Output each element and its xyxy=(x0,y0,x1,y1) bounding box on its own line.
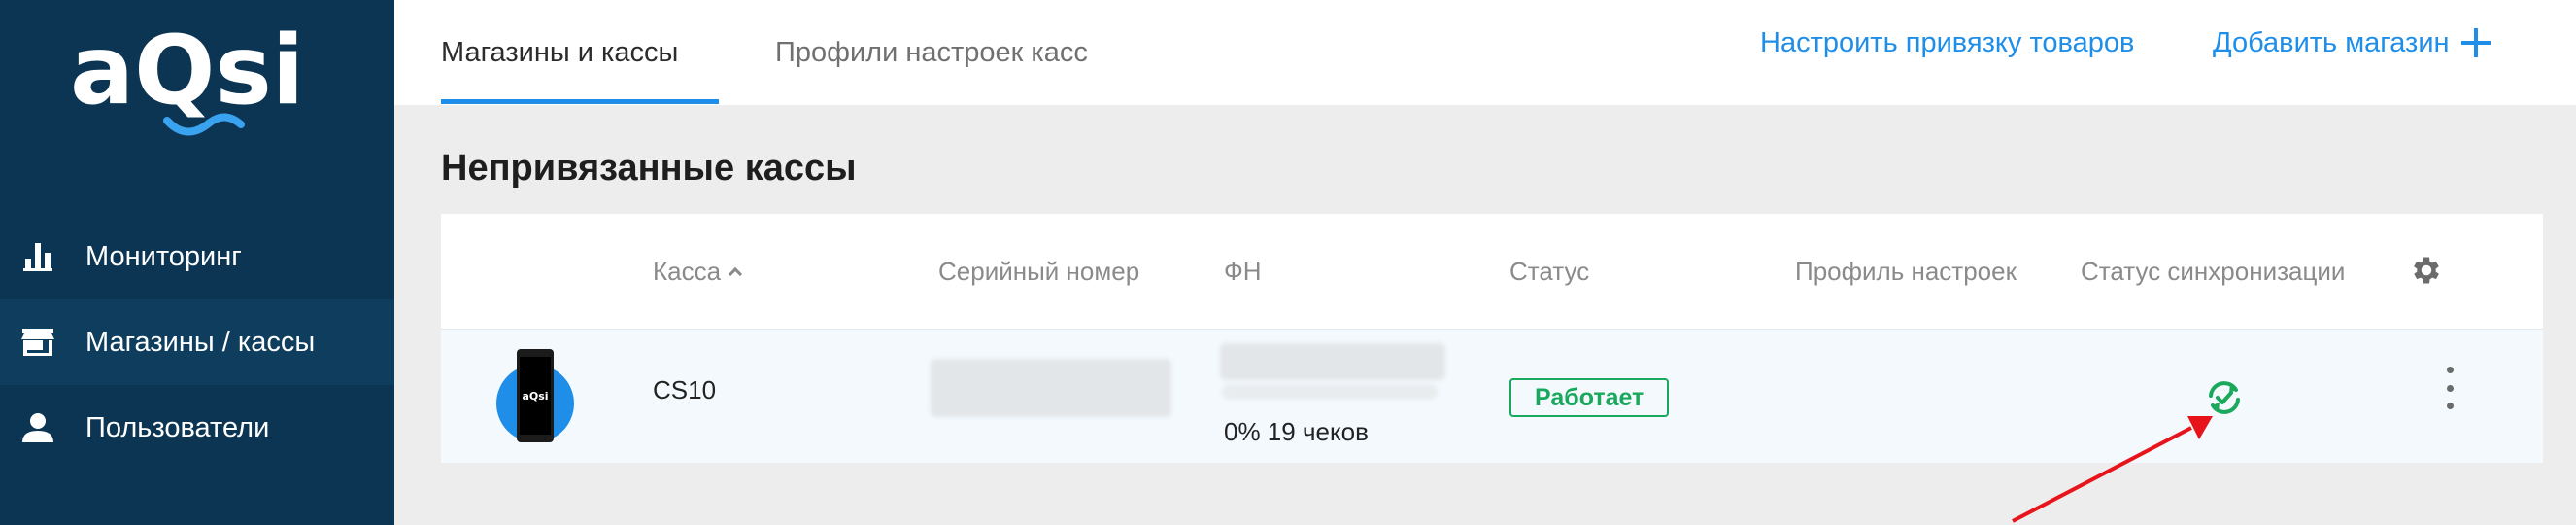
plus-icon xyxy=(2460,28,2491,57)
store-icon xyxy=(21,326,54,359)
column-label: Профиль настроек xyxy=(1795,256,2017,286)
link-label: Добавить магазин xyxy=(2213,26,2450,58)
fn-number-redacted xyxy=(1220,343,1445,380)
sidebar-item-label: Пользователи xyxy=(85,411,270,443)
top-header: Магазины и кассы Профили настроек касс Н… xyxy=(394,0,2576,105)
more-options-icon[interactable] xyxy=(2446,367,2454,409)
table-row[interactable]: aQsi CS10 0% 19 чеков Работает xyxy=(441,329,2543,463)
table-header: Касса Серийный номер ФН Статус Профиль н… xyxy=(441,214,2543,329)
sidebar: aQsi Мониторинг Магазины / кассы Пользов… xyxy=(0,0,394,525)
fn-usage-text: 0% 19 чеков xyxy=(1224,417,1369,446)
column-label: Касса xyxy=(653,256,722,286)
annotation-arrow-icon xyxy=(2012,416,2213,523)
user-icon xyxy=(21,411,54,444)
unbound-registers-table: Касса Серийный номер ФН Статус Профиль н… xyxy=(441,214,2543,463)
tab-label: Магазины и кассы xyxy=(441,36,679,68)
column-label: Серийный номер xyxy=(938,256,1140,286)
section-title: Непривязанные кассы xyxy=(441,148,857,189)
column-header-serial: Серийный номер xyxy=(938,214,1139,329)
fn-progress-bar xyxy=(1222,384,1438,400)
column-label: ФН xyxy=(1224,256,1262,286)
add-store-link[interactable]: Добавить магазин xyxy=(2213,0,2491,86)
sort-ascending-icon xyxy=(729,266,743,282)
column-header-kassa[interactable]: Касса xyxy=(653,214,743,329)
column-header-profile: Профиль настроек xyxy=(1795,214,2017,329)
column-label: Статус синхронизации xyxy=(2081,256,2346,286)
sidebar-item-label: Мониторинг xyxy=(85,240,242,272)
column-header-sync-status: Статус синхронизации xyxy=(2081,214,2345,329)
configure-product-binding-link[interactable]: Настроить привязку товаров xyxy=(1760,0,2134,86)
status-badge: Работает xyxy=(1509,378,1670,417)
register-device-icon: aQsi xyxy=(495,347,575,453)
link-label: Настроить привязку товаров xyxy=(1760,26,2135,58)
aqsi-logo[interactable]: aQsi xyxy=(70,16,313,141)
bar-chart-icon xyxy=(21,240,54,273)
device-screen-logo: aQsi xyxy=(522,390,548,402)
sidebar-item-users[interactable]: Пользователи xyxy=(0,385,394,471)
gear-icon[interactable] xyxy=(2409,253,2444,293)
aqsi-logo-mark: aQsi xyxy=(70,16,304,136)
active-tab-indicator xyxy=(441,99,719,104)
column-header-fn: ФН xyxy=(1224,214,1262,329)
sidebar-item-monitoring[interactable]: Мониторинг xyxy=(0,214,394,299)
logo-text: aQsi xyxy=(70,19,304,126)
sidebar-item-stores[interactable]: Магазины / кассы xyxy=(0,299,394,385)
sidebar-item-label: Магазины / кассы xyxy=(85,326,316,358)
tab-stores-and-registers[interactable]: Магазины и кассы xyxy=(441,0,678,105)
tab-label: Профили настроек касс xyxy=(775,36,1088,68)
serial-number-redacted xyxy=(931,359,1171,417)
tab-register-profiles[interactable]: Профили настроек касс xyxy=(775,0,1088,105)
column-label: Статус xyxy=(1509,256,1590,286)
column-header-status: Статус xyxy=(1509,214,1589,329)
register-name: CS10 xyxy=(653,374,717,404)
